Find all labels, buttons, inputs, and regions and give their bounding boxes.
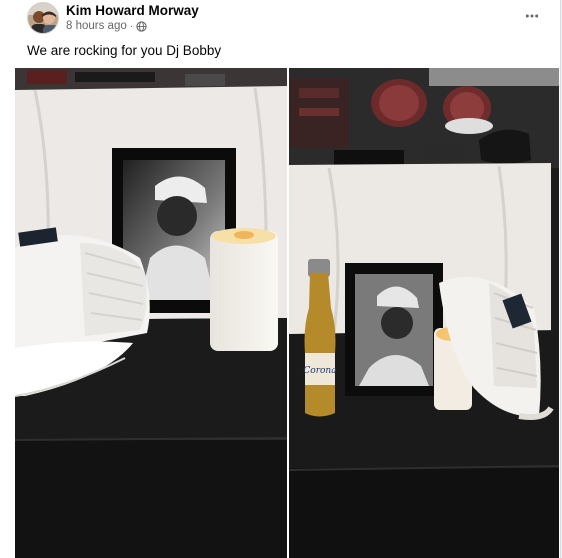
more-options-button[interactable] [518,6,546,26]
meta-separator: · [129,20,134,32]
post-card: Kim Howard Morway 8 hours ago · We are r… [0,0,561,558]
beer-label: Corona [303,366,336,376]
avatar-image [28,3,58,33]
memorial-table-photo [15,68,287,558]
more-options-icon [525,14,539,18]
post-timestamp[interactable]: 8 hours ago [66,20,127,32]
globe-icon[interactable] [136,20,147,32]
post-meta: 8 hours ago · [66,20,147,32]
author-name[interactable]: Kim Howard Morway [66,3,199,18]
post-photo-1[interactable] [15,68,287,558]
memorial-table-photo: Corona [289,68,559,558]
author-avatar[interactable] [27,2,59,34]
post-caption: We are rocking for you Dj Bobby [27,43,222,58]
post-photo-2[interactable]: Corona [289,68,559,558]
